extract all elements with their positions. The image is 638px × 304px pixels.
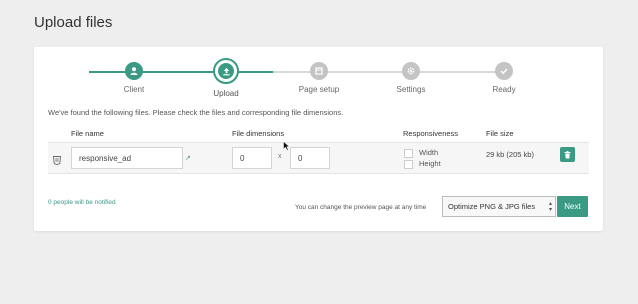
trash-icon xyxy=(564,150,571,158)
width-input[interactable]: 0 xyxy=(232,147,272,169)
files-table: File name File dimensions Responsiveness… xyxy=(48,126,589,174)
user-icon xyxy=(125,62,143,80)
upload-card: Client Upload Page setup Settings Ready … xyxy=(34,47,603,231)
step-label: Ready xyxy=(492,85,516,94)
html-file-icon xyxy=(53,152,61,170)
width-responsive-label: Width xyxy=(419,148,439,157)
step-label: Client xyxy=(123,85,145,94)
header-file-name: File name xyxy=(71,129,104,138)
height-responsive-label: Height xyxy=(419,159,441,168)
step-page-setup[interactable]: Page setup xyxy=(279,62,359,94)
mouse-cursor-icon xyxy=(283,141,290,151)
step-upload[interactable]: Upload xyxy=(186,58,266,98)
select-arrows-icon: ▴ ▾ xyxy=(548,201,552,213)
header-file-size: File size xyxy=(486,129,514,138)
step-ready[interactable]: Ready xyxy=(464,62,544,94)
notified-text: 0 people will be notified xyxy=(48,199,116,206)
height-responsive-checkbox[interactable] xyxy=(404,160,413,169)
edit-link-icon[interactable]: ↗ xyxy=(185,154,191,162)
step-label: Upload xyxy=(213,89,239,98)
delete-file-button[interactable] xyxy=(560,147,575,162)
file-name-input[interactable]: responsive_ad xyxy=(71,147,183,169)
width-responsive-checkbox[interactable] xyxy=(404,149,413,158)
table-row: responsive_ad ↗ 0 x 0 Width Height 29 kb… xyxy=(48,142,589,174)
step-label: Page setup xyxy=(298,85,340,94)
dimension-separator: x xyxy=(278,153,282,160)
info-text: We've found the following files. Please … xyxy=(48,108,344,117)
header-responsiveness: Responsiveness xyxy=(403,129,459,138)
next-button[interactable]: Next xyxy=(557,196,588,217)
step-label: Settings xyxy=(396,85,426,94)
optimize-select[interactable]: Optimize PNG & JPG files ▴ ▾ xyxy=(442,196,556,217)
page-title: Upload files xyxy=(34,14,113,31)
upload-icon xyxy=(218,63,234,79)
header-file-dimensions: File dimensions xyxy=(232,129,285,138)
upload-icon-ring xyxy=(213,58,239,84)
table-header: File name File dimensions Responsiveness… xyxy=(48,126,589,142)
file-size: 29 kb (205 kb) xyxy=(486,150,534,159)
page-icon xyxy=(310,62,328,80)
step-client[interactable]: Client xyxy=(94,62,174,94)
step-settings[interactable]: Settings xyxy=(371,62,451,94)
optimize-select-value: Optimize PNG & JPG files xyxy=(448,202,536,211)
preview-note: You can change the preview page at any t… xyxy=(295,204,427,211)
check-icon xyxy=(495,62,513,80)
gear-icon xyxy=(402,62,420,80)
height-input[interactable]: 0 xyxy=(290,147,330,169)
